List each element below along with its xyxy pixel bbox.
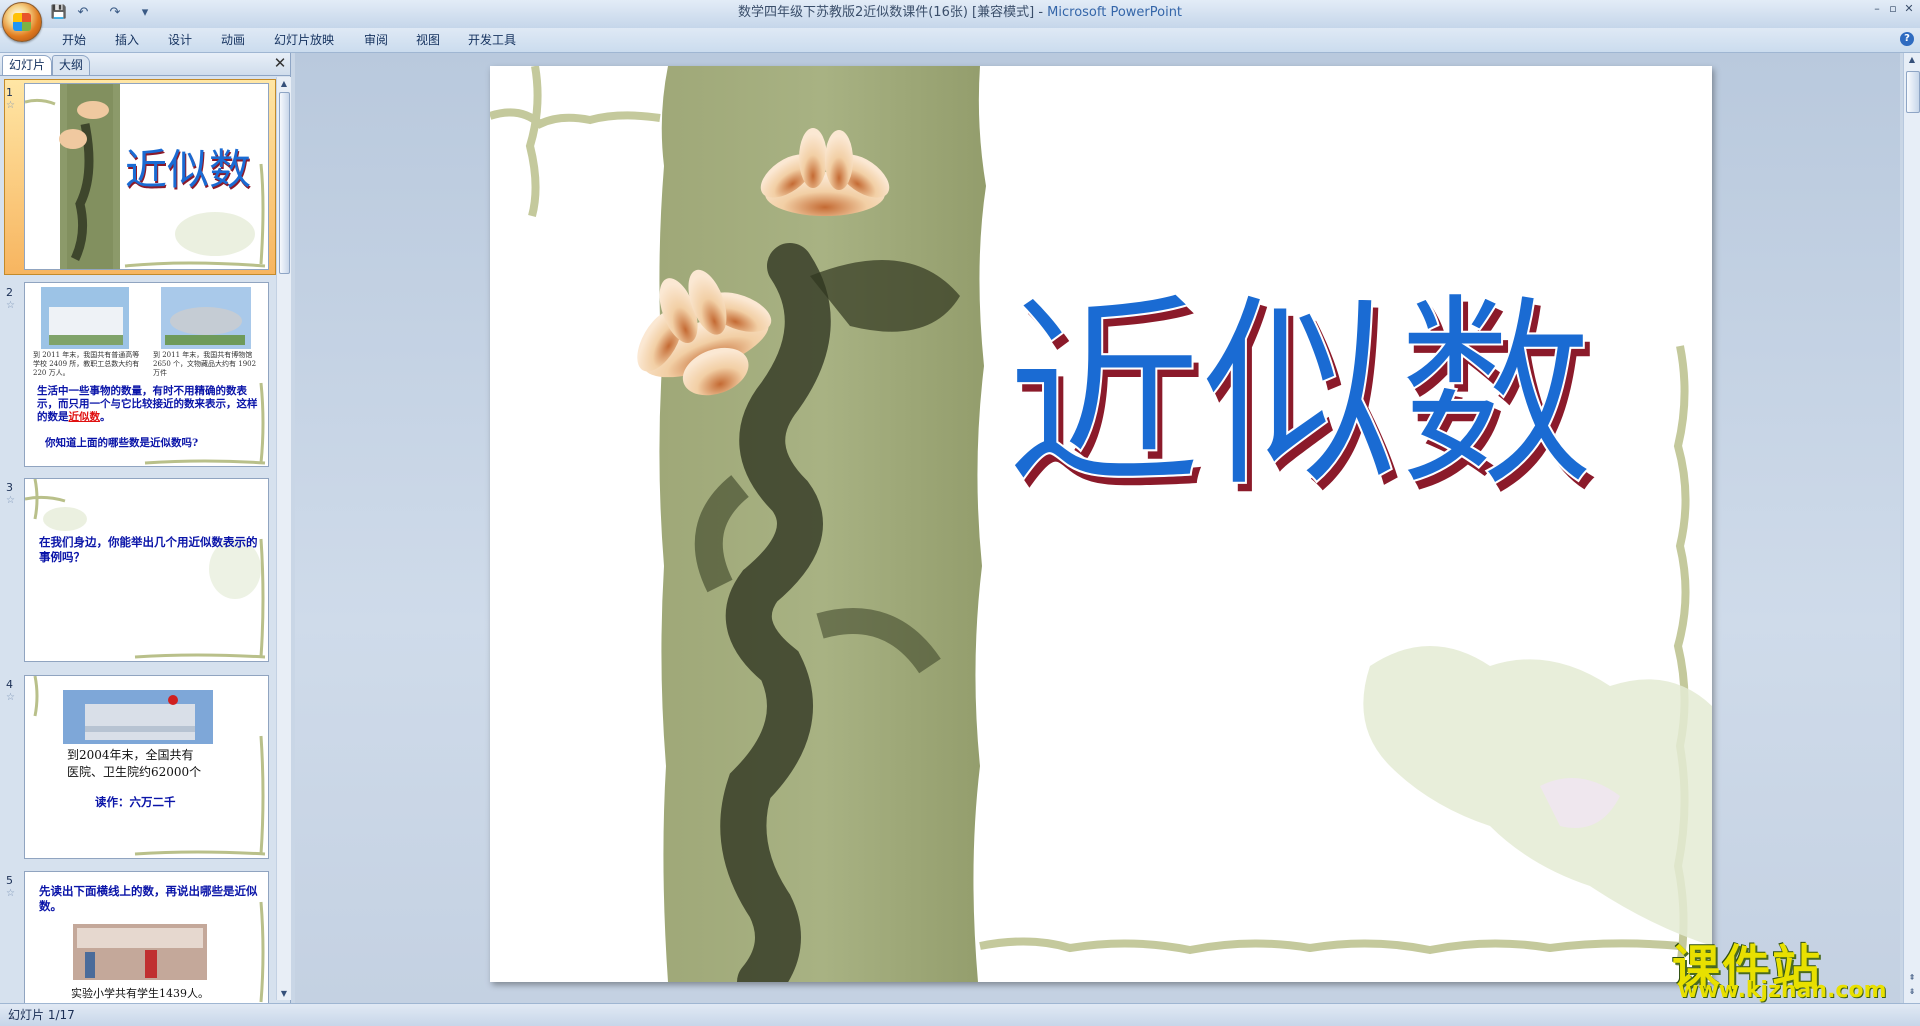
scroll-up-icon[interactable]: ▲	[277, 77, 291, 90]
slide-background-art	[490, 66, 1712, 982]
thumbnail-4-line1: 到2004年末，全国共有	[67, 748, 194, 762]
animation-star-icon: ☆	[6, 495, 15, 506]
panel-close-icon[interactable]: ✕	[273, 55, 287, 71]
scroll-down-icon[interactable]: ▼	[277, 987, 291, 1000]
tab-review[interactable]: 审阅	[362, 28, 390, 52]
app-name: Microsoft PowerPoint	[1047, 5, 1183, 20]
office-logo-icon	[13, 13, 31, 31]
thumbnail-2-text: 生活中一些事物的数量，有时不用精确的数表示，而只用一个与它比较接近的数来表示，这…	[37, 385, 259, 424]
thumbnail-3-art	[25, 479, 266, 659]
animation-star-icon: ☆	[6, 692, 15, 703]
watermark-url: www.kjzhan.com	[1678, 978, 1887, 1003]
slide-number: 4	[6, 678, 13, 691]
scroll-thumb[interactable]	[279, 92, 290, 274]
tab-animations[interactable]: 动画	[219, 28, 247, 52]
animation-star-icon: ☆	[6, 100, 15, 111]
animation-star-icon: ☆	[6, 300, 15, 311]
slide-number: 3	[6, 481, 13, 494]
slide-number: 2	[6, 286, 13, 299]
tab-insert[interactable]: 插入	[113, 28, 141, 52]
tab-view[interactable]: 视图	[414, 28, 442, 52]
thumbnail-scrollbar[interactable]: ▲ ▼	[276, 77, 291, 1000]
tab-slideshow[interactable]: 幻灯片放映	[272, 28, 336, 52]
main-slide[interactable]: 近似数	[490, 66, 1712, 982]
thumbnail-5-text: 先读出下面横线上的数，再说出哪些是近似数。	[39, 884, 258, 913]
thumbnail-2-caption-right: 到 2011 年末，我国共有博物馆 2650 个，文物藏品大约有 1902 万件	[153, 351, 257, 377]
help-icon[interactable]: ?	[1900, 32, 1914, 46]
office-button[interactable]	[2, 2, 42, 42]
window-title: 数学四年级下苏教版2近似数课件(16张) [兼容模式] - Microsoft …	[0, 0, 1920, 26]
slide-thumbnail-3[interactable]: 在我们身边，你能举出几个用近似数表示的事例吗？	[24, 478, 269, 662]
thumbnail-2-question: 你知道上面的哪些数是近似数吗?	[45, 437, 199, 449]
slide-number: 5	[6, 874, 13, 887]
slide-thumbnail-1[interactable]: 近似数	[24, 83, 269, 270]
animation-star-icon: ☆	[6, 888, 15, 899]
slide-thumbnail-5[interactable]: 先读出下面横线上的数，再说出哪些是近似数。 实验小学共有学生1439人。	[24, 871, 269, 1005]
document-title: 数学四年级下苏教版2近似数课件(16张) [兼容模式] -	[737, 5, 1048, 20]
tab-home[interactable]: 开始	[60, 28, 88, 52]
tab-slides[interactable]: 幻灯片	[2, 55, 53, 75]
slide-number: 1	[6, 86, 13, 99]
slide-thumbnail-2[interactable]: 到 2011 年末，我国共有普通高等学校 2409 所，教职工总数大约有 220…	[24, 282, 269, 467]
thumbnail-4-line2: 医院、卫生院约62000个	[67, 765, 202, 779]
thumbnail-2-highlight: 近似数	[68, 411, 101, 423]
tab-outline[interactable]: 大纲	[52, 55, 91, 75]
scroll-up-icon[interactable]: ▲	[1905, 53, 1919, 66]
tab-design[interactable]: 设计	[166, 28, 194, 52]
slide-title[interactable]: 近似数	[910, 270, 1690, 522]
slide-thumbnail-4[interactable]: 到2004年末，全国共有 医院、卫生院约62000个 读作：六万二千	[24, 675, 269, 859]
scroll-thumb[interactable]	[1906, 71, 1920, 113]
status-bar	[0, 1003, 1920, 1026]
thumbnail-4-read: 读作：六万二千	[95, 795, 176, 809]
close-button[interactable]: ✕	[1902, 2, 1916, 16]
thumbnail-1-title: 近似数	[125, 145, 252, 194]
thumbnail-5-caption: 实验小学共有学生1439人。	[71, 987, 209, 1000]
minimize-button[interactable]: –	[1870, 2, 1884, 16]
thumbnail-2-caption-left: 到 2011 年末，我国共有普通高等学校 2409 所，教职工总数大约有 220…	[33, 351, 140, 377]
thumbnail-2-text-end: 。	[100, 411, 111, 423]
editor-scrollbar[interactable]: ▲ ⇞ ⇟	[1903, 53, 1920, 1003]
thumbnail-3-text: 在我们身边，你能举出几个用近似数表示的事例吗？	[39, 535, 258, 564]
prev-slide-icon[interactable]: ⇞	[1905, 971, 1919, 984]
next-slide-icon[interactable]: ⇟	[1905, 985, 1919, 998]
restore-button[interactable]: ▫	[1886, 2, 1900, 16]
slide-counter: 幻灯片 1/17	[8, 1008, 75, 1022]
tab-developer[interactable]: 开发工具	[466, 28, 518, 52]
